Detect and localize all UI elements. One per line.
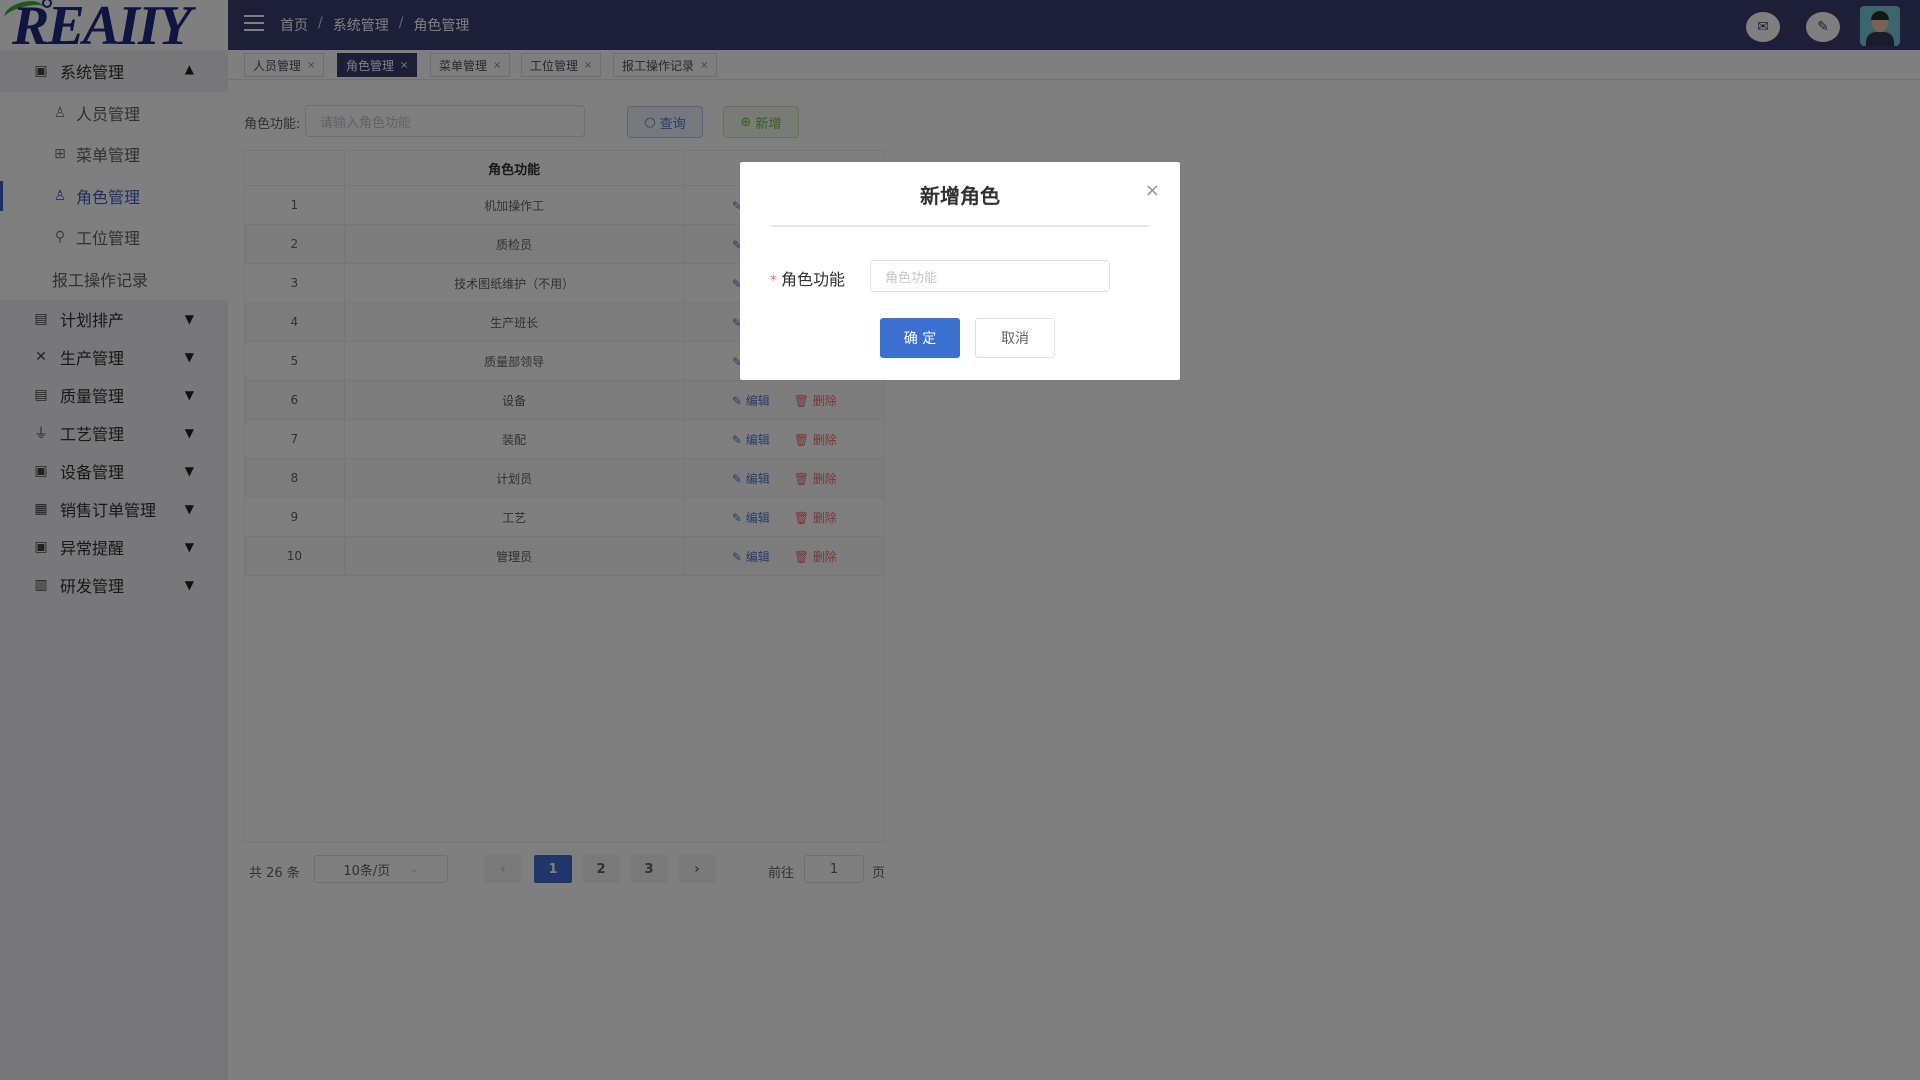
confirm-button[interactable]: 确 定 xyxy=(880,318,960,358)
role-field-label-text: 角色功能 xyxy=(781,270,846,289)
close-icon[interactable]: × xyxy=(1145,180,1160,201)
add-role-dialog: 新增角色 × * 角色功能 角色功能 确 定 取消 xyxy=(740,162,1180,380)
role-field-label: * 角色功能 xyxy=(770,266,845,290)
dialog-title: 新增角色 xyxy=(920,184,1000,208)
cancel-button[interactable]: 取消 xyxy=(975,318,1055,358)
dialog-divider xyxy=(770,225,1150,227)
required-mark: * xyxy=(770,273,777,289)
role-field-input[interactable]: 角色功能 xyxy=(870,260,1110,292)
role-field-placeholder: 角色功能 xyxy=(885,270,938,286)
